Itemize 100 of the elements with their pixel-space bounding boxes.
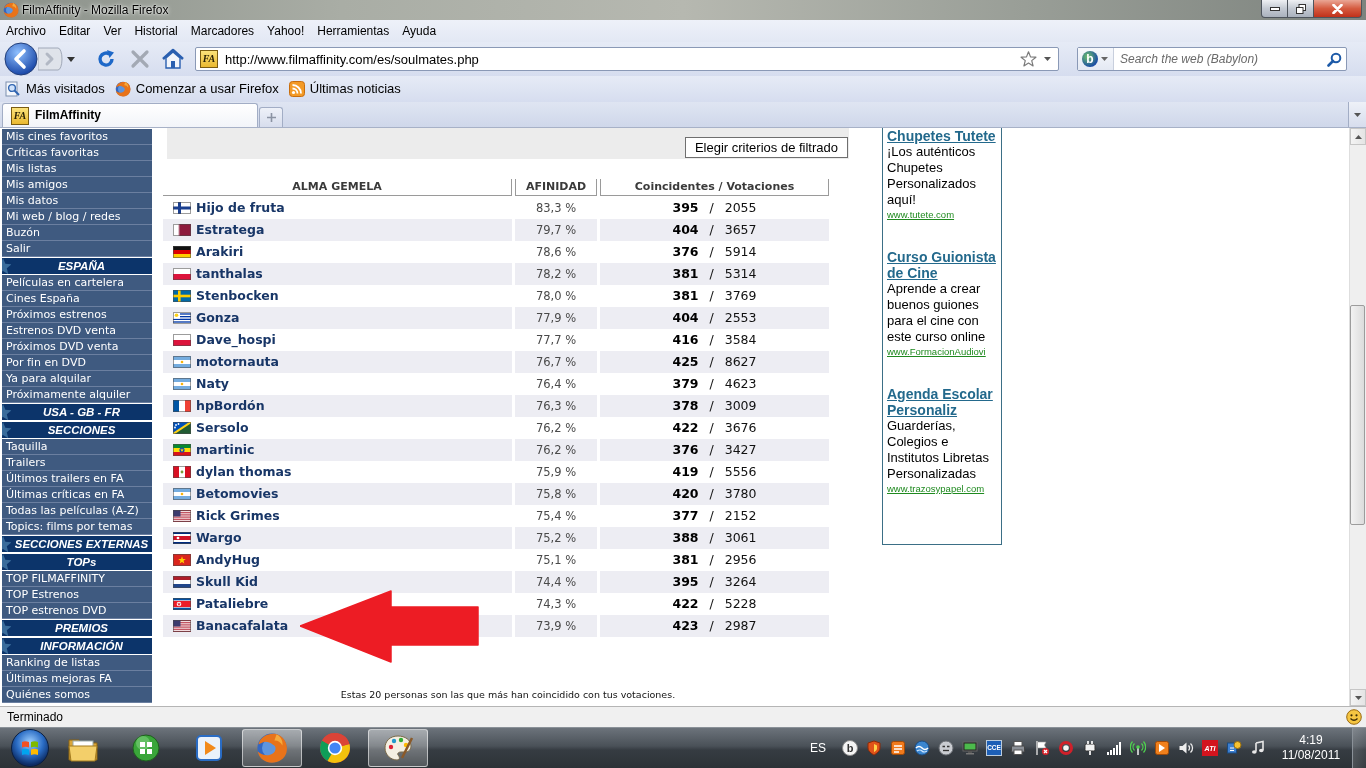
scrollbar[interactable] [1349,128,1366,706]
language-indicator[interactable]: ES [810,740,826,756]
tray-logo[interactable]: b [842,740,858,756]
menu-item[interactable]: Archivo [6,23,46,39]
sidebar-item[interactable]: Próximamente alquiler [2,387,152,403]
filter-button[interactable]: Elegir criterios de filtrado [684,137,848,158]
user-link[interactable]: Betomovies [196,486,279,502]
clock-time[interactable]: 4:19 [1299,733,1323,748]
sidebar-item[interactable]: Películas en cartelera [2,275,152,291]
sidebar-item[interactable]: Últimos trailers en FA [2,471,152,487]
printer-icon[interactable] [1010,740,1026,756]
menu-item[interactable]: Editar [59,23,91,39]
menu-item[interactable]: Yahoo! [267,23,305,39]
smiley-icon[interactable] [1346,709,1362,725]
bookmark-item[interactable]: Últimas noticias [286,80,403,98]
menu-item[interactable]: Ver [103,23,122,39]
search-input[interactable]: Search the web (Babylon) [1120,49,1327,69]
home-icon[interactable] [161,48,185,70]
globe-icon[interactable] [914,740,930,756]
clock-date[interactable]: 11/08/2011 [1281,748,1341,763]
user-link[interactable]: hpBordón [196,398,265,414]
wheel-icon[interactable] [319,732,351,764]
sidebar-item[interactable]: Mis cines favoritos [2,129,152,145]
user-link[interactable]: Pataliebre [196,596,269,612]
taskbar-button[interactable] [368,729,428,767]
scrollbar-thumb[interactable] [1350,305,1365,525]
user-link[interactable]: martinic [196,442,255,458]
user-link[interactable]: Hijo de fruta [196,200,285,216]
sidebar-item[interactable]: TOP estrenos DVD [2,603,152,619]
bookmark-item[interactable]: Más visitados [3,80,107,98]
play-icon[interactable] [1154,740,1170,756]
menu-item[interactable]: Ayuda [402,23,437,39]
scroll-up-button[interactable] [1350,128,1366,145]
menu-item[interactable]: Herramientas [317,23,390,39]
ad-url[interactable]: www.FormacionAudiovi [887,345,998,359]
sidebar-item[interactable]: Ya para alquilar [2,371,152,387]
user-link[interactable]: dylan thomas [196,464,292,480]
sidebar-item[interactable]: Mi web / blog / redes [2,209,152,225]
new-tab-button[interactable] [259,107,283,127]
document-icon[interactable] [1226,740,1242,756]
sidebar-item[interactable]: Estrenos DVD venta [2,323,152,339]
user-link[interactable]: Estratega [196,222,265,238]
sidebar-item[interactable]: Por fin en DVD [2,355,152,371]
menu-item[interactable]: Historial [134,23,178,39]
sidebar-item[interactable]: Todas las películas (A-Z) [2,503,152,519]
search-icon[interactable] [1327,51,1342,67]
ad-title[interactable]: Agenda Escolar Personaliz [887,386,997,418]
menu-item[interactable]: Marcadores [190,23,255,39]
speaker-icon[interactable] [1178,740,1194,756]
flag-icon[interactable] [1034,740,1050,756]
caret-down-icon[interactable] [1101,57,1108,61]
play-icon[interactable] [193,732,225,764]
ad-url[interactable]: www.trazosypapel.com [887,482,998,496]
music-note-icon[interactable] [1250,740,1266,756]
user-link[interactable]: Stenbocken [196,288,279,304]
sidebar-item[interactable]: Últimas mejoras FA [2,671,152,687]
sidebar-item[interactable]: Críticas favoritas [2,145,152,161]
sidebar-item[interactable]: Topics: films por temas [2,519,152,535]
sidebar-item[interactable]: Buzón [2,225,152,241]
user-link[interactable]: motornauta [196,354,279,370]
user-link[interactable]: AndyHug [196,552,260,568]
caret-down-icon[interactable] [67,56,75,62]
sidebar-item[interactable]: Ranking de listas [2,655,152,671]
restore-button[interactable] [1288,0,1314,18]
star-icon[interactable] [1020,51,1037,67]
user-link[interactable]: Arakiri [196,244,244,260]
caret-down-icon[interactable] [1044,57,1051,61]
ad-title[interactable]: Curso Guionista de Cine [887,249,997,281]
column-header[interactable]: AFINIDAD [515,179,597,196]
monitor-icon[interactable] [962,740,978,756]
bookmark-item[interactable]: Comenzar a usar Firefox [112,80,281,98]
sidebar-item[interactable]: Últimas críticas en FA [2,487,152,503]
sidebar-item[interactable]: Taquilla [2,439,152,455]
browser-tab[interactable]: FA FilmAffinity [2,103,258,127]
sidebar-item[interactable]: Próximos estrenos [2,307,152,323]
reload-icon[interactable] [95,48,117,70]
back-icon[interactable] [4,42,38,76]
sidebar-item[interactable]: Próximos DVD venta [2,339,152,355]
signal-bars-icon[interactable] [1106,740,1122,756]
ring-icon[interactable] [1058,740,1074,756]
sidebar-item[interactable]: TOP FILMAFFINITY [2,571,152,587]
user-link[interactable]: Naty [196,376,230,392]
sidebar-item[interactable]: Mis datos [2,193,152,209]
shield-icon[interactable] [866,740,882,756]
minimize-button[interactable] [1261,0,1288,18]
user-link[interactable]: Skull Kid [196,574,259,590]
ad-title[interactable]: Chupetes Tutete [887,128,997,144]
plug-icon[interactable] [1082,740,1098,756]
orb-icon[interactable] [130,732,162,764]
sidebar-item[interactable]: Salir [2,241,152,257]
address-field[interactable]: FA http://www.filmaffinity.com/es/soulmates.php [195,47,1059,71]
taskbar-button[interactable] [242,729,302,767]
user-link[interactable]: Sersolo [196,420,249,436]
tab-list-button[interactable] [1348,102,1366,127]
column-header[interactable]: Coincidentes / Votaciones [600,179,829,196]
list-icon[interactable] [890,740,906,756]
sidebar-item[interactable]: Cines España [2,291,152,307]
user-link[interactable]: Dave_hospi [196,332,276,348]
ad-url[interactable]: www.tutete.com [887,208,998,222]
face-icon[interactable] [938,740,954,756]
